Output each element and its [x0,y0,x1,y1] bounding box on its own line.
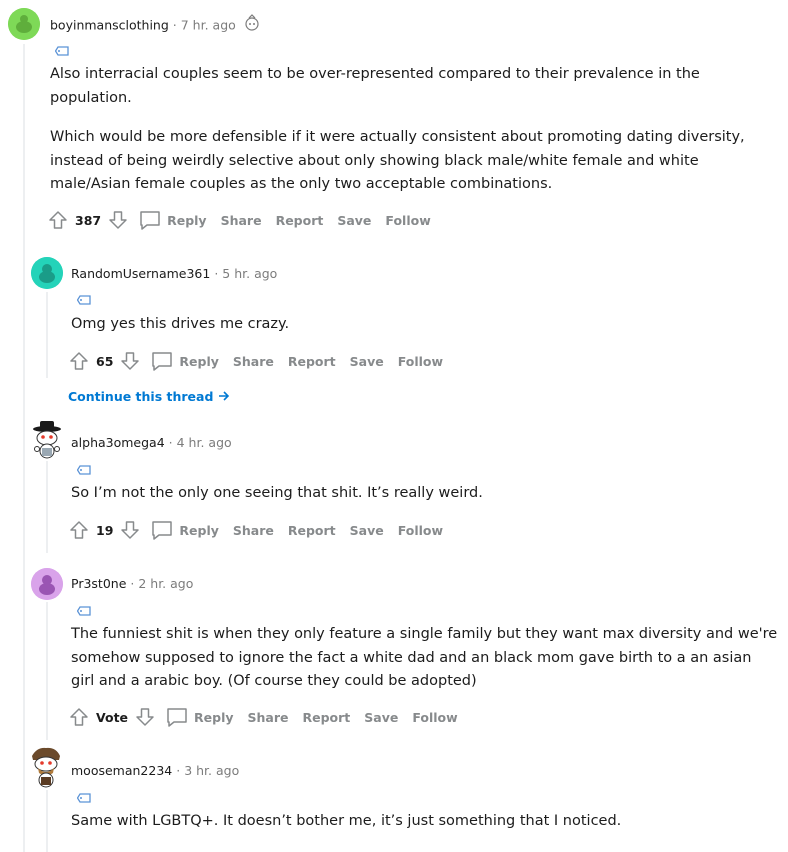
timestamp[interactable]: 7 hr. ago [181,18,236,33]
comment-paragraph: Also interracial couples seem to be over… [50,66,700,106]
thread-line-reply-2[interactable] [46,461,48,553]
comment-paragraph: Omg yes this drives me crazy. [71,316,290,332]
thread-line-reply-4[interactable] [46,790,48,852]
timestamp[interactable]: 5 hr. ago [222,266,277,281]
vote-score: Vote [96,709,129,725]
comment-body: Same with LGBTQ+. It doesn’t bother me, … [71,810,761,834]
snoo-avatar-icon [33,421,61,459]
comment-paragraph: Same with LGBTQ+. It doesn’t bother me, … [71,813,622,829]
timestamp[interactable]: 3 hr. ago [184,763,239,778]
comment-actions: Vote Reply Share Report Save Follow [68,703,458,731]
follow-button[interactable]: Follow [412,710,457,725]
follow-button[interactable]: Follow [398,523,443,538]
flair-icon [77,793,91,803]
comment-header: RandomUsername361 · 5 hr. ago [71,264,277,284]
author-link[interactable]: RandomUsername361 [71,266,210,281]
reply-button[interactable]: Reply [151,519,219,541]
separator: · [172,17,177,33]
comment-paragraph: The funniest shit is when they only feat… [71,626,778,689]
comment-actions: 19 Reply Share Report Save Follow [68,516,443,544]
downvote-icon[interactable] [119,519,141,541]
arrow-right-icon [218,390,230,405]
comment-bubble-icon [166,706,188,728]
snoo-avatar-icon [31,568,63,600]
author-link[interactable]: boyinmansclothing [50,18,169,33]
follow-button[interactable]: Follow [385,213,430,228]
report-button[interactable]: Report [288,523,336,538]
report-button[interactable]: Report [303,710,351,725]
reply-label: Reply [179,353,219,369]
comment-actions: 387 Reply Share Report Save Follow [47,206,431,234]
share-button[interactable]: Share [221,213,262,228]
comment-header: boyinmansclothing · 7 hr. ago [50,14,261,34]
comment-body: So I’m not the only one seeing that shit… [71,482,761,506]
upvote-icon[interactable] [68,350,90,372]
comment-header: alpha3omega4 · 4 hr. ago [71,433,232,453]
downvote-icon[interactable] [107,209,129,231]
reply-button[interactable]: Reply [151,350,219,372]
report-button[interactable]: Report [276,213,324,228]
downvote-icon[interactable] [119,350,141,372]
separator: · [168,435,173,450]
upvote-icon[interactable] [68,519,90,541]
vote-score: 387 [75,212,102,228]
comment-body: Also interracial couples seem to be over… [50,63,750,197]
save-button[interactable]: Save [364,710,398,725]
separator: · [130,576,135,591]
continue-thread-link[interactable]: Continue this thread [68,389,230,405]
reply-button[interactable]: Reply [139,209,207,231]
author-link[interactable]: Pr3st0ne [71,576,126,591]
share-button[interactable]: Share [248,710,289,725]
thread-line-reply-3[interactable] [46,602,48,740]
flair-icon [55,46,69,56]
separator: · [214,266,219,281]
save-button[interactable]: Save [337,213,371,228]
upvote-icon[interactable] [47,209,69,231]
award-icon[interactable] [243,14,261,38]
avatar[interactable] [8,8,40,40]
save-button[interactable]: Save [350,523,384,538]
save-button[interactable]: Save [350,354,384,369]
reply-label: Reply [167,212,207,228]
timestamp[interactable]: 2 hr. ago [138,576,193,591]
thread-line-reply-1[interactable] [46,292,48,378]
timestamp[interactable]: 4 hr. ago [177,435,232,450]
snoo-avatar-icon [8,8,40,40]
flair-icon [77,606,91,616]
comment-header: Pr3st0ne · 2 hr. ago [71,574,193,594]
author-link[interactable]: mooseman2234 [71,763,172,778]
comment-paragraph: So I’m not the only one seeing that shit… [71,485,483,501]
reply-label: Reply [179,522,219,538]
follow-button[interactable]: Follow [398,354,443,369]
avatar[interactable] [31,568,63,600]
downvote-icon[interactable] [134,706,156,728]
avatar[interactable] [31,421,63,461]
vote-score: 19 [96,522,114,538]
thread-line-root[interactable] [23,44,25,852]
snoo-avatar-icon [32,747,60,788]
comment-header: mooseman2234 · 3 hr. ago [71,761,239,781]
report-button[interactable]: Report [288,354,336,369]
snoo-avatar-icon [31,257,63,289]
avatar[interactable] [29,746,63,788]
share-button[interactable]: Share [233,523,274,538]
separator: · [176,763,181,778]
comment-actions: 65 Reply Share Report Save Follow [68,347,443,375]
comment-bubble-icon [151,350,173,372]
flair-icon [77,295,91,305]
comment-bubble-icon [139,209,161,231]
share-button[interactable]: Share [233,354,274,369]
comment-body: Omg yes this drives me crazy. [71,313,761,337]
comment-body: The funniest shit is when they only feat… [71,623,779,694]
comment-bubble-icon [151,519,173,541]
comment-paragraph: Which would be more defensible if it wer… [50,129,745,192]
vote-score: 65 [96,353,114,369]
avatar[interactable] [31,257,63,289]
reply-label: Reply [194,709,234,725]
upvote-icon[interactable] [68,706,90,728]
continue-thread-label: Continue this thread [68,389,214,404]
flair-icon [77,465,91,475]
reply-button[interactable]: Reply [166,706,234,728]
author-link[interactable]: alpha3omega4 [71,435,165,450]
